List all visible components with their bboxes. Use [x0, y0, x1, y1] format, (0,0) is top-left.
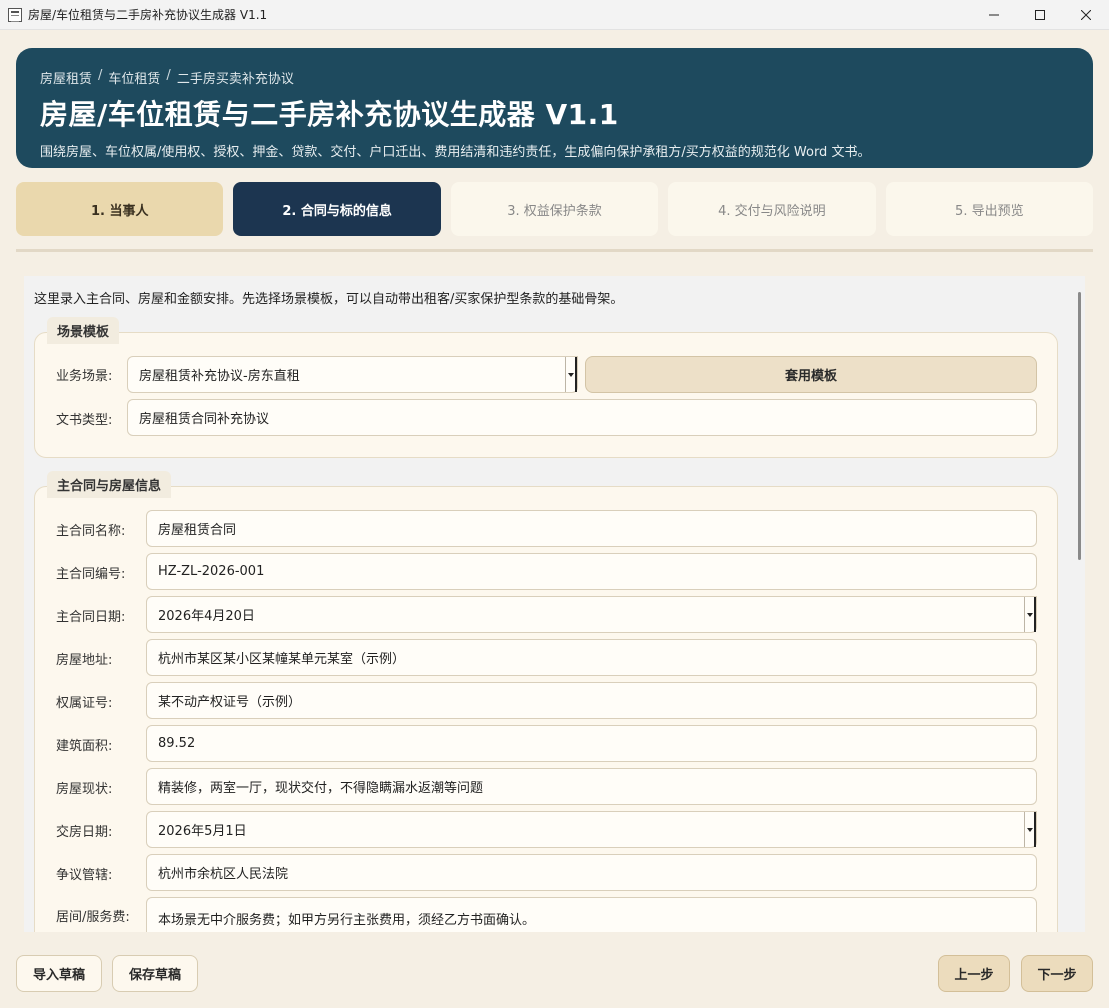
main-content[interactable]: 这里录入主合同、房屋和金额安排。先选择场景模板，可以自动带出租客/买家保护型条款… [24, 276, 1085, 932]
step-tabs: 1. 当事人 2. 合同与标的信息 3. 权益保护条款 4. 交付与风险说明 5… [16, 182, 1094, 236]
field-label: 主合同名称: [56, 524, 126, 539]
field-label: 主合同编号: [56, 567, 126, 582]
field-label: 争议管辖: [56, 868, 113, 883]
apply-template-button[interactable]: 套用模板 [585, 356, 1037, 393]
close-icon [1081, 10, 1091, 20]
breadcrumb-item: 二手房买卖补充协议 [176, 72, 294, 87]
contract-group: 主合同与房屋信息 主合同名称: 房屋租赁合同 主合同编号: HZ-ZL-2026… [34, 471, 1058, 932]
title-bar: 房屋/车位租赁与二手房补充协议生成器 V1.1 [0, 0, 1109, 30]
dispute-court-input[interactable]: 杭州市余杭区人民法院 [146, 854, 1037, 891]
doc-type-label: 文书类型: [56, 413, 113, 428]
chevron-down-icon[interactable] [565, 357, 577, 392]
step-tab-rights-clauses[interactable]: 3. 权益保护条款 [450, 182, 659, 236]
contract-date-select[interactable]: 2026年4月20日 [146, 596, 1037, 633]
delivery-date-value: 2026年5月1日 [158, 824, 247, 839]
group-title: 主合同与房屋信息 [47, 471, 172, 498]
save-draft-button[interactable]: 保存草稿 [112, 955, 198, 992]
step-tab-contract-info[interactable]: 2. 合同与标的信息 [233, 182, 441, 236]
step-tab-parties[interactable]: 1. 当事人 [16, 182, 224, 236]
field-label: 主合同日期: [56, 610, 126, 625]
contract-name-input[interactable]: 房屋租赁合同 [146, 510, 1037, 547]
window-controls [971, 0, 1109, 30]
delivery-date-select[interactable]: 2026年5月1日 [146, 811, 1037, 848]
field-label: 交房日期: [56, 825, 113, 840]
floor-area-input[interactable]: 89.52 [146, 725, 1037, 762]
property-cert-input[interactable]: 某不动产权证号（示例） [146, 682, 1037, 719]
chevron-down-icon[interactable] [1024, 812, 1036, 847]
intro-text: 这里录入主合同、房屋和金额安排。先选择场景模板，可以自动带出租客/买家保护型条款… [34, 292, 624, 307]
breadcrumb-separator: / [166, 68, 171, 83]
maximize-button[interactable] [1017, 0, 1063, 30]
scene-label: 业务场景: [56, 369, 113, 384]
minimize-button[interactable] [971, 0, 1017, 30]
maximize-icon [1035, 10, 1045, 20]
contract-date-value: 2026年4月20日 [158, 609, 255, 624]
window-title: 房屋/车位租赁与二手房补充协议生成器 V1.1 [28, 8, 268, 22]
next-step-button[interactable]: 下一步 [1021, 955, 1093, 992]
doc-type-input[interactable]: 房屋租赁合同补充协议 [127, 399, 1037, 436]
scrollbar-thumb[interactable] [1078, 292, 1081, 560]
step-tab-delivery-risk[interactable]: 4. 交付与风险说明 [668, 182, 876, 236]
prev-step-button[interactable]: 上一步 [938, 955, 1010, 992]
close-button[interactable] [1063, 0, 1109, 30]
field-label: 权属证号: [56, 696, 113, 711]
breadcrumb-item: 房屋租赁 [40, 72, 93, 87]
field-label: 居间/服务费: [56, 910, 130, 925]
step-tab-export-preview[interactable]: 5. 导出预览 [885, 182, 1094, 236]
breadcrumb: 房屋租赁 / 车位租赁 / 二手房买卖补充协议 [40, 68, 1069, 87]
scene-select-value: 房屋租赁补充协议-房东直租 [139, 369, 300, 384]
import-draft-button[interactable]: 导入草稿 [16, 955, 102, 992]
chevron-down-icon[interactable] [1024, 597, 1036, 632]
app-icon [8, 7, 22, 22]
template-group: 场景模板 业务场景: 房屋租赁补充协议-房东直租 套用模板 文书类型: 房屋租赁… [34, 317, 1058, 458]
breadcrumb-separator: / [98, 68, 103, 83]
page-subtitle: 围绕房屋、车位权属/使用权、授权、押金、贷款、交付、户口迁出、费用结清和违约责任… [40, 145, 871, 160]
contract-number-input[interactable]: HZ-ZL-2026-001 [146, 553, 1037, 590]
house-address-input[interactable]: 杭州市某区某小区某幢某单元某室（示例） [146, 639, 1037, 676]
field-label: 建筑面积: [56, 739, 113, 754]
house-condition-input[interactable]: 精装修，两室一厅，现状交付，不得隐瞒漏水返潮等问题 [146, 768, 1037, 805]
page-title: 房屋/车位租赁与二手房补充协议生成器 V1.1 [40, 98, 619, 131]
minimize-icon [989, 14, 999, 16]
service-fee-textarea[interactable]: 本场景无中介服务费；如甲方另行主张费用，须经乙方书面确认。 [146, 897, 1037, 932]
breadcrumb-item: 车位租赁 [108, 72, 161, 87]
header-banner: 房屋租赁 / 车位租赁 / 二手房买卖补充协议 房屋/车位租赁与二手房补充协议生… [16, 48, 1093, 168]
field-label: 房屋现状: [56, 782, 113, 797]
step-divider [16, 249, 1093, 252]
scene-select[interactable]: 房屋租赁补充协议-房东直租 [127, 356, 578, 393]
field-label: 房屋地址: [56, 653, 113, 668]
group-title: 场景模板 [47, 317, 120, 344]
